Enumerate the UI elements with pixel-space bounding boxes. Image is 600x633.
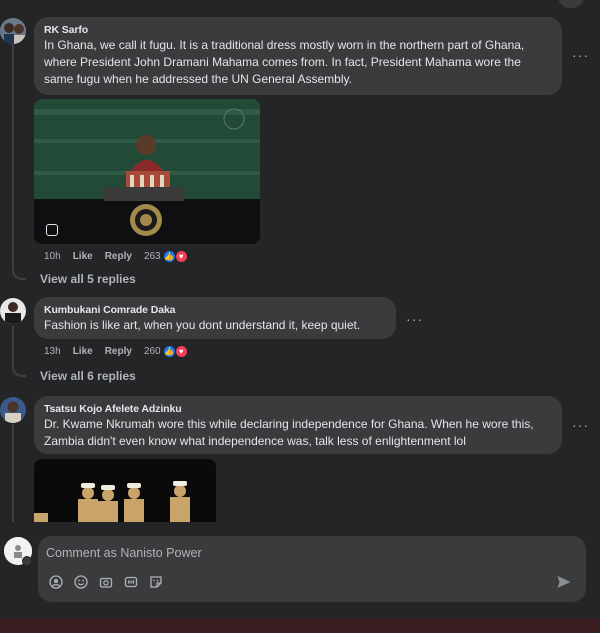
comment-author[interactable]: Tsatsu Kojo Afelete Adzinku bbox=[44, 402, 552, 416]
view-replies-link[interactable]: View all 6 replies bbox=[40, 369, 136, 383]
comment-bubble: Tsatsu Kojo Afelete Adzinku Dr. Kwame Nk… bbox=[34, 396, 562, 454]
reaction-count: 263 bbox=[143, 251, 161, 262]
comment-time[interactable]: 10h bbox=[44, 251, 61, 262]
comment-text: In Ghana, we call it fugu. It is a tradi… bbox=[44, 38, 525, 86]
heart-icon: ♥ bbox=[174, 345, 188, 358]
emoji-icon[interactable] bbox=[73, 574, 88, 589]
comment-time[interactable]: 13h bbox=[44, 346, 61, 357]
comment-text: Dr. Kwame Nkrumah wore this while declar… bbox=[44, 417, 534, 448]
reaction-count: 260 bbox=[143, 346, 161, 357]
comment-input[interactable] bbox=[46, 542, 506, 564]
heart-icon: ♥ bbox=[174, 250, 188, 263]
reply-button[interactable]: Reply bbox=[105, 251, 132, 262]
gif-icon[interactable] bbox=[123, 574, 138, 589]
more-options-icon[interactable]: ··· bbox=[572, 48, 589, 62]
thread-connector bbox=[12, 268, 26, 280]
like-button[interactable]: Like bbox=[73, 251, 93, 262]
comment-actions: 10h Like Reply 263 👍 ♥ bbox=[44, 250, 188, 263]
scroll-edge bbox=[0, 522, 600, 534]
comment-actions: 13h Like Reply 260 👍 ♥ bbox=[44, 345, 188, 358]
send-icon[interactable] bbox=[556, 574, 572, 590]
avatar-sticker-icon[interactable] bbox=[48, 574, 63, 589]
reaction-summary[interactable]: 263 👍 ♥ bbox=[144, 250, 188, 263]
more-options-icon[interactable]: ··· bbox=[406, 312, 423, 326]
bottom-bar bbox=[0, 618, 600, 633]
reply-button[interactable]: Reply bbox=[105, 346, 132, 357]
camera-icon bbox=[46, 224, 58, 236]
avatar[interactable] bbox=[0, 18, 26, 44]
reaction-summary[interactable]: 260 👍 ♥ bbox=[144, 345, 188, 358]
comment-author[interactable]: RK Sarfo bbox=[44, 23, 552, 37]
camera-icon[interactable] bbox=[98, 574, 113, 589]
sticker-icon[interactable] bbox=[148, 574, 163, 589]
avatar[interactable] bbox=[0, 298, 26, 324]
thread-connector bbox=[12, 365, 26, 377]
comment-bubble: Kumbukani Comrade Daka Fashion is like a… bbox=[34, 297, 396, 339]
composer-tools bbox=[48, 574, 163, 589]
thread-line bbox=[12, 424, 14, 524]
comment-author[interactable]: Kumbukani Comrade Daka bbox=[44, 303, 386, 317]
comment-composer bbox=[38, 536, 586, 602]
more-options-icon[interactable]: ··· bbox=[572, 418, 589, 432]
view-replies-link[interactable]: View all 5 replies bbox=[40, 272, 136, 286]
comment-photo[interactable] bbox=[34, 459, 216, 529]
comment-text: Fashion is like art, when you dont under… bbox=[44, 318, 361, 332]
comment-photo[interactable] bbox=[34, 99, 260, 244]
thread-line bbox=[12, 44, 14, 268]
thread-line bbox=[12, 326, 14, 366]
thumbs-up-icon: 👍 bbox=[162, 250, 176, 263]
profile-status-badge bbox=[22, 556, 32, 566]
avatar[interactable] bbox=[0, 397, 26, 423]
thumbs-up-icon: 👍 bbox=[162, 345, 176, 358]
like-button[interactable]: Like bbox=[73, 346, 93, 357]
comment-bubble: RK Sarfo In Ghana, we call it fugu. It i… bbox=[34, 17, 562, 95]
close-tab[interactable] bbox=[558, 0, 584, 8]
